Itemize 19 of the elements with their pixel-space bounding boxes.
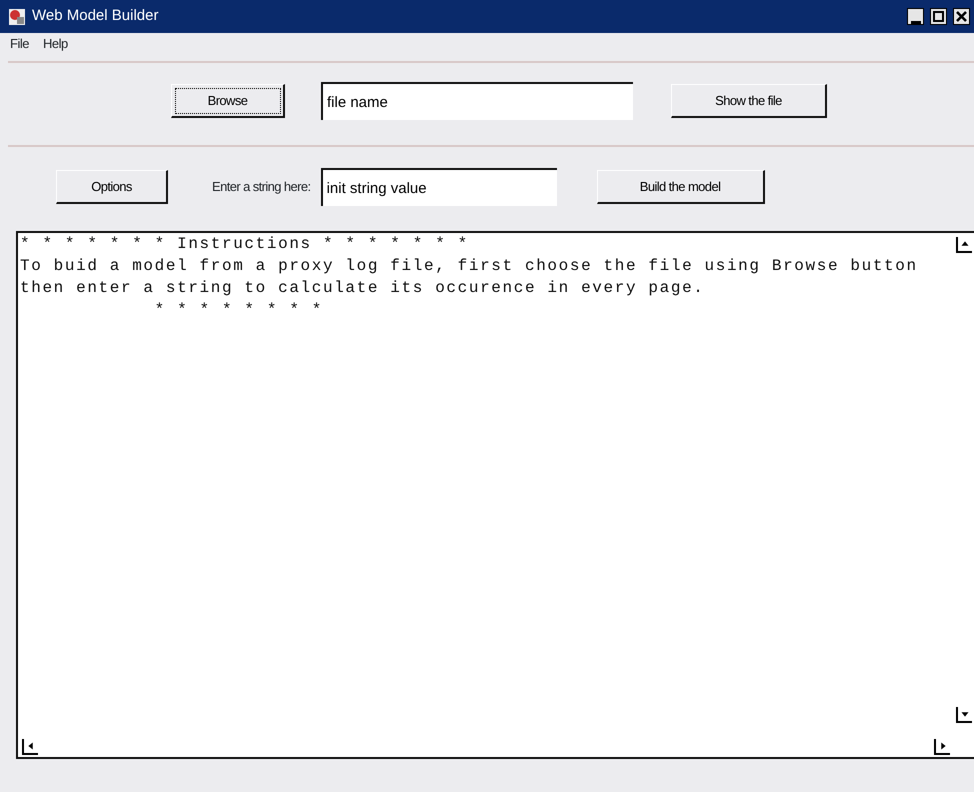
browse-button[interactable]: Browse bbox=[171, 84, 285, 118]
app-icon bbox=[8, 8, 26, 26]
close-button[interactable] bbox=[953, 8, 970, 25]
minimize-button[interactable] bbox=[907, 8, 924, 25]
string-field[interactable]: init string value bbox=[320, 168, 557, 206]
minimize-icon bbox=[910, 21, 920, 24]
menu-item[interactable]: File bbox=[10, 34, 29, 54]
build-model-button[interactable]: Build the model bbox=[596, 170, 765, 204]
output-text-area[interactable]: * * * * * * * Instructions * * * * * * * To buid a model from a proxy log file, first choose the file using Browse button then enter a string to calculate its occurence in every page. * * * * * * * * bbox=[16, 231, 974, 759]
show-file-button[interactable]: Show the file bbox=[671, 84, 827, 118]
string-label: Enter a string here: bbox=[212, 178, 311, 196]
maximize-icon bbox=[933, 11, 944, 22]
close-icon bbox=[956, 11, 967, 22]
instructions-text: * * * * * * * Instructions * * * * * * * To buid a model from a proxy log file, first choose the file using Browse button then enter a string to calculate its occurence in every page. * * * * * * * * bbox=[19, 234, 918, 321]
window-title: Web Model Builder bbox=[32, 6, 160, 26]
maximize-button[interactable] bbox=[930, 8, 947, 25]
menu-item[interactable]: Help bbox=[42, 34, 68, 54]
file-name-field[interactable]: file name bbox=[321, 82, 633, 120]
options-button[interactable]: Options bbox=[56, 170, 168, 204]
